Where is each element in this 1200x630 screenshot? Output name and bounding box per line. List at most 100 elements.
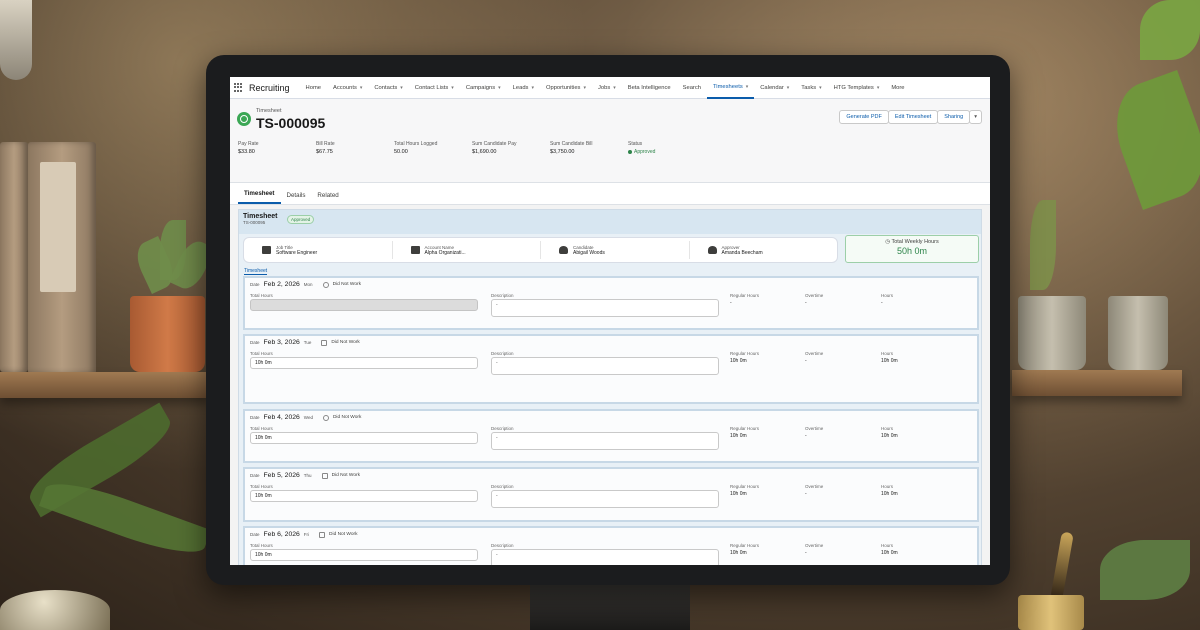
chevron-down-icon[interactable]: ▾: [451, 85, 454, 91]
nav-item-search[interactable]: Search: [677, 77, 707, 99]
description-label: Description: [491, 484, 514, 489]
chevron-down-icon[interactable]: ▾: [877, 85, 880, 91]
nav-item-contact-lists[interactable]: Contact Lists ▾: [409, 77, 460, 99]
sharing-button[interactable]: Sharing: [937, 110, 971, 124]
nav-item-label: Search: [682, 84, 701, 91]
nav-item-label: Contacts: [374, 84, 398, 91]
nav-item-leads[interactable]: Leads ▾: [507, 77, 540, 99]
tab-details[interactable]: Details: [281, 192, 312, 204]
nav-item-calendar[interactable]: Calendar ▾: [754, 77, 795, 99]
total-hours-input[interactable]: 10h 0m: [250, 490, 478, 502]
chevron-down-icon[interactable]: ▾: [498, 85, 501, 91]
chevron-down-icon[interactable]: ▾: [400, 85, 403, 91]
edit-timesheet-button[interactable]: Edit Timesheet: [887, 110, 939, 124]
sub-tab-timesheet[interactable]: Timesheet: [244, 268, 268, 275]
description-input[interactable]: -: [491, 357, 719, 375]
chevron-down-icon[interactable]: ▾: [613, 85, 616, 91]
did-not-work-checkbox[interactable]: [319, 531, 326, 538]
total-hours-label: Total Hours: [250, 484, 273, 489]
hours-value: -: [881, 300, 883, 306]
day-row: Date Feb 3, 2026 Tue Did Not Work Total …: [243, 334, 979, 404]
description-input[interactable]: -: [491, 299, 719, 317]
total-hours-column: Total Hours 10h 0m: [250, 426, 478, 444]
did-not-work-checkbox[interactable]: [321, 339, 328, 346]
total-hours-column: Total Hours 10h 0m: [250, 351, 478, 369]
total-hours-column: Total Hours: [250, 293, 478, 311]
chevron-down-icon[interactable]: ▾: [746, 84, 749, 90]
monitor: Recruiting Home Accounts ▾ Contacts ▾ Contact…: [206, 55, 1010, 585]
chevron-down-icon[interactable]: ▾: [583, 85, 586, 91]
nav-item-jobs[interactable]: Jobs ▾: [592, 77, 622, 99]
pen-cup: [1018, 595, 1084, 630]
timesheet-panel: Timesheet TS-000095 Approved Job Title S…: [238, 209, 982, 565]
total-hours-input: [250, 299, 478, 311]
date-label: Date: [250, 282, 260, 287]
hours-value: 10h 0m: [881, 550, 898, 556]
tab-timesheet[interactable]: Timesheet: [238, 190, 281, 204]
summary-value: Software Engineer: [276, 249, 318, 256]
total-hours-label: Total Hours: [250, 293, 273, 298]
description-input[interactable]: -: [491, 432, 719, 450]
plant-pot-left: [130, 296, 205, 372]
overtime-label: Overtime: [805, 426, 824, 431]
summary-value: Abigail Woods: [573, 249, 605, 256]
nav-item-label: Opportunities: [545, 84, 581, 91]
desk-lamp: [0, 0, 32, 80]
hours-column: Hours 10h 0m: [881, 543, 898, 556]
did-not-work-checkbox[interactable]: [321, 472, 328, 479]
action-buttons: Generate PDF Edit Timesheet Sharing ▾: [839, 110, 982, 124]
field-label: Pay Rate: [238, 141, 259, 147]
description-input[interactable]: -: [491, 490, 719, 508]
field-value: $33.80: [238, 149, 255, 155]
chevron-down-icon[interactable]: ▾: [819, 85, 822, 91]
nav-item-label: Beta Intelligence: [627, 84, 671, 91]
app-launcher-icon[interactable]: [234, 83, 243, 92]
nav-item-label: Home: [305, 84, 321, 91]
nav-item-htg-templates[interactable]: HTG Templates ▾: [828, 77, 886, 99]
nav-item-label: Campaigns: [465, 84, 496, 91]
did-not-work-checkbox[interactable]: [322, 414, 329, 421]
summary-account: Account Name Alpha Organizati...: [393, 241, 541, 259]
overtime-label: Overtime: [805, 543, 824, 548]
day-header: Date Feb 4, 2026 Wed Did Not Work: [245, 411, 977, 424]
total-hours-input[interactable]: 10h 0m: [250, 549, 478, 561]
description-column: Description -: [491, 293, 719, 317]
total-hours-input[interactable]: 10h 0m: [250, 432, 478, 444]
hours-label: Hours: [881, 426, 894, 431]
hours-label: Hours: [881, 484, 894, 489]
nav-item-accounts[interactable]: Accounts ▾: [327, 77, 368, 99]
hours-column: Hours 10h 0m: [881, 426, 898, 439]
nav-item-contacts[interactable]: Contacts ▾: [368, 77, 408, 99]
nav-item-opportunities[interactable]: Opportunities ▾: [540, 77, 592, 99]
more-actions-button[interactable]: ▾: [969, 110, 982, 124]
generate-pdf-button[interactable]: Generate PDF: [839, 110, 889, 124]
tab-related[interactable]: Related: [311, 192, 344, 204]
chevron-down-icon[interactable]: ▾: [360, 85, 363, 91]
field-value: 50.00: [394, 149, 408, 155]
nav-item-more[interactable]: More: [885, 77, 910, 99]
overtime-value: -: [805, 300, 807, 306]
nav-item-timesheets[interactable]: Timesheets ▾: [706, 77, 755, 99]
field-pay-rate: Pay Rate $33.80: [238, 141, 316, 155]
timesheet-icon: [237, 112, 251, 126]
field-label: Total Hours Logged: [394, 141, 438, 147]
record-type: Timesheet: [256, 108, 282, 114]
total-hours-input[interactable]: 10h 0m: [250, 357, 478, 369]
nav-item-campaigns[interactable]: Campaigns ▾: [460, 77, 507, 99]
description-column: Description -: [491, 351, 719, 375]
chevron-down-icon[interactable]: ▾: [787, 85, 790, 91]
binder-right: [28, 142, 96, 474]
building-icon: [410, 246, 420, 254]
field-value: $3,750.00: [550, 149, 575, 155]
description-input[interactable]: -: [491, 549, 719, 565]
did-not-work-checkbox[interactable]: [322, 281, 329, 288]
highlight-fields: Pay Rate $33.80 Bill Rate $67.75 Total H…: [238, 141, 706, 155]
nav-item-tasks[interactable]: Tasks ▾: [795, 77, 827, 99]
nav-item-beta-intelligence[interactable]: Beta Intelligence: [622, 77, 677, 99]
description-label: Description: [491, 351, 514, 356]
total-hours-label: Total Hours: [250, 543, 273, 548]
nav-item-home[interactable]: Home: [300, 77, 327, 99]
chevron-down-icon[interactable]: ▾: [531, 85, 534, 91]
overtime-column: Overtime -: [805, 351, 823, 364]
person-icon: [707, 246, 717, 254]
